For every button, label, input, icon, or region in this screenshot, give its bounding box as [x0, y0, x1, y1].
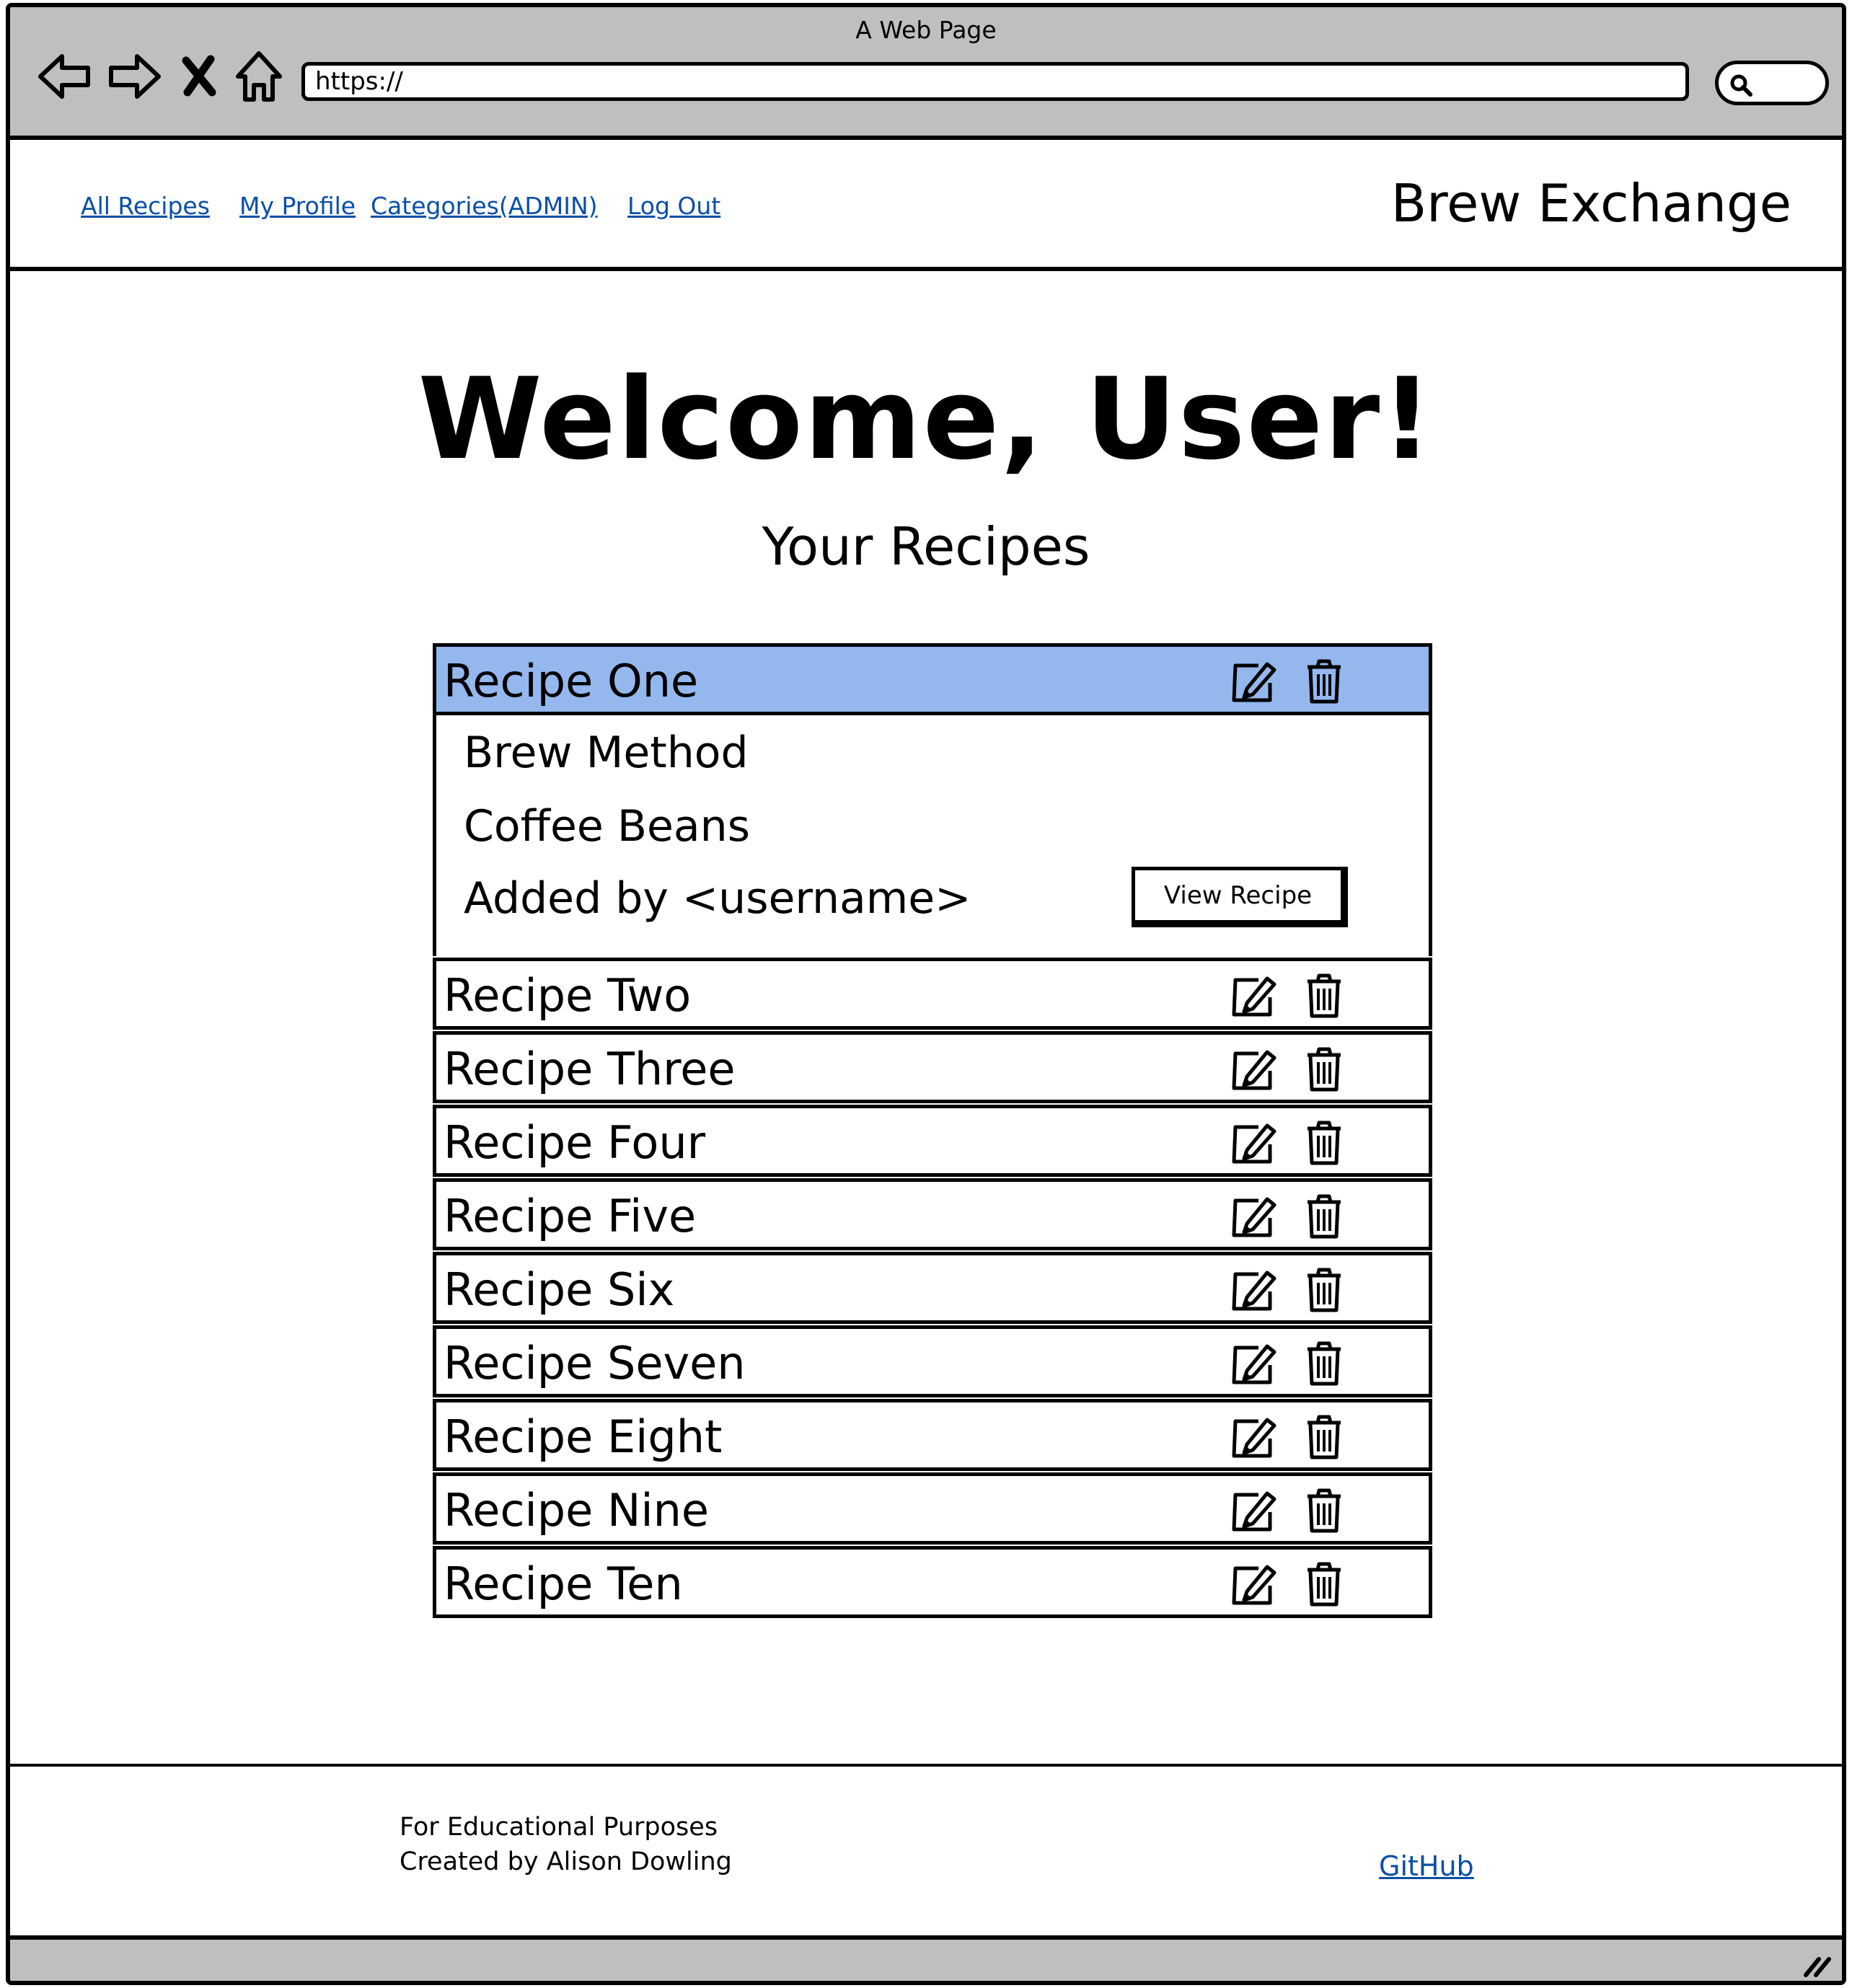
recipe-row[interactable]: Recipe Three	[433, 1031, 1432, 1103]
edit-icon[interactable]	[1230, 1489, 1277, 1534]
github-link[interactable]: GitHub	[1379, 1850, 1474, 1882]
recipe-title: Recipe One	[444, 655, 699, 707]
trash-icon[interactable]	[1305, 1340, 1344, 1387]
welcome-heading: Welcome, User!	[418, 353, 1434, 485]
trash-icon[interactable]	[1305, 1488, 1344, 1534]
forward-arrow-icon[interactable]	[105, 48, 163, 105]
browser-chrome: A Web Page https://	[10, 7, 1842, 140]
url-bar[interactable]: https://	[301, 62, 1689, 101]
recipe-row[interactable]: Recipe Two	[433, 958, 1432, 1030]
recipe-row[interactable]: Recipe Seven	[433, 1325, 1432, 1397]
search-button[interactable]	[1715, 61, 1829, 105]
edit-icon[interactable]	[1230, 1415, 1277, 1460]
trash-icon[interactable]	[1305, 1193, 1344, 1240]
trash-icon[interactable]	[1305, 1120, 1344, 1166]
edit-icon[interactable]	[1230, 1048, 1277, 1092]
trash-icon[interactable]	[1305, 1046, 1344, 1092]
browser-window: A Web Page https:// All Recipes My Profi…	[6, 3, 1846, 1985]
view-recipe-button[interactable]: View Recipe	[1132, 867, 1348, 927]
nav-link-log-out[interactable]: Log Out	[627, 192, 720, 220]
recipe-title: Recipe Two	[444, 969, 692, 1022]
trash-icon[interactable]	[1305, 658, 1344, 704]
recipe-title: Recipe Ten	[444, 1558, 683, 1610]
footer-educational: For Educational Purposes	[400, 1813, 718, 1842]
recipe-row[interactable]: Recipe Six	[433, 1252, 1432, 1324]
site-brand: Brew Exchange	[1390, 173, 1791, 234]
recipe-details: Brew Method Coffee Beans Added by <usern…	[433, 715, 1432, 956]
resize-handle-icon[interactable]	[1800, 1949, 1832, 1978]
brew-method-label: Brew Method	[464, 728, 749, 778]
close-icon[interactable]	[179, 48, 219, 105]
recipe-title: Recipe Four	[444, 1116, 706, 1169]
recipe-row[interactable]: Recipe Four	[433, 1105, 1432, 1177]
site-footer: For Educational Purposes Created by Alis…	[10, 1764, 1842, 1944]
home-icon[interactable]	[234, 48, 284, 105]
site-header: All Recipes My Profile Categories(ADMIN)…	[10, 140, 1842, 271]
nav-link-categories-admin[interactable]: Categories(ADMIN)	[371, 192, 598, 220]
recipe-title: Recipe Five	[444, 1190, 697, 1242]
edit-icon[interactable]	[1230, 1121, 1277, 1166]
recipe-title: Recipe Three	[444, 1043, 736, 1095]
recipe-title: Recipe Nine	[444, 1484, 710, 1537]
recipe-row[interactable]: Recipe Five	[433, 1178, 1432, 1250]
trash-icon[interactable]	[1305, 973, 1344, 1019]
status-bar	[10, 1935, 1842, 1981]
footer-credit: Created by Alison Dowling	[400, 1847, 732, 1876]
back-arrow-icon[interactable]	[36, 48, 94, 105]
nav-link-all-recipes[interactable]: All Recipes	[81, 192, 210, 220]
trash-icon[interactable]	[1305, 1561, 1344, 1607]
recipe-list: Recipe One Brew Method Coffee Beans Adde…	[433, 643, 1432, 1618]
coffee-beans-label: Coffee Beans	[464, 801, 750, 852]
recipe-row-selected[interactable]: Recipe One	[433, 643, 1432, 715]
recipe-title: Recipe Eight	[444, 1410, 723, 1463]
edit-icon[interactable]	[1230, 974, 1277, 1019]
recipe-row[interactable]: Recipe Ten	[433, 1546, 1432, 1618]
recipes-subtitle: Your Recipes	[762, 516, 1090, 577]
search-icon	[1730, 74, 1752, 97]
edit-icon[interactable]	[1230, 1342, 1277, 1387]
recipe-row[interactable]: Recipe Nine	[433, 1472, 1432, 1545]
recipe-title: Recipe Six	[444, 1263, 675, 1316]
nav-link-my-profile[interactable]: My Profile	[239, 192, 356, 220]
trash-icon[interactable]	[1305, 1267, 1344, 1313]
window-title: A Web Page	[855, 16, 997, 44]
edit-icon[interactable]	[1230, 1268, 1277, 1313]
recipe-row[interactable]: Recipe Eight	[433, 1399, 1432, 1471]
edit-icon[interactable]	[1230, 1195, 1277, 1240]
added-by-label: Added by <username>	[464, 873, 971, 924]
recipe-title: Recipe Seven	[444, 1337, 746, 1390]
edit-icon[interactable]	[1230, 1563, 1277, 1607]
edit-icon[interactable]	[1230, 660, 1277, 704]
trash-icon[interactable]	[1305, 1414, 1344, 1460]
